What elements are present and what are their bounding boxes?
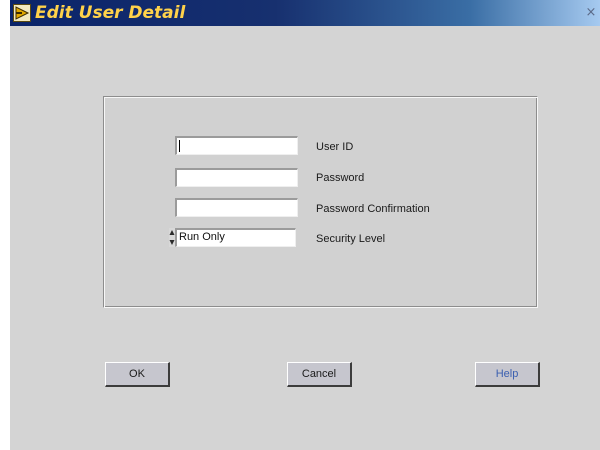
password-confirmation-field[interactable]	[175, 198, 298, 217]
password-label: Password	[316, 172, 365, 184]
help-button[interactable]: Help	[475, 362, 540, 387]
security-level-value[interactable]: Run Only	[175, 228, 296, 247]
title-bar[interactable]: Edit User Detail ×	[10, 0, 600, 26]
password-field[interactable]	[175, 168, 298, 187]
window-title: Edit User Detail	[35, 3, 186, 23]
security-level-label: Security Level	[316, 233, 386, 245]
close-icon[interactable]: ×	[584, 5, 598, 20]
security-level-selector[interactable]: Run Only	[169, 228, 296, 247]
user-id-field[interactable]	[175, 136, 298, 155]
password-confirmation-label: Password Confirmation	[316, 203, 430, 215]
app-icon	[13, 4, 31, 22]
cancel-button[interactable]: Cancel	[287, 362, 352, 387]
ok-button[interactable]: OK	[105, 362, 170, 387]
edit-user-detail-window: Edit User Detail × User ID Password Pass…	[10, 0, 600, 450]
user-id-label: User ID	[316, 141, 354, 153]
text-cursor	[179, 140, 180, 152]
